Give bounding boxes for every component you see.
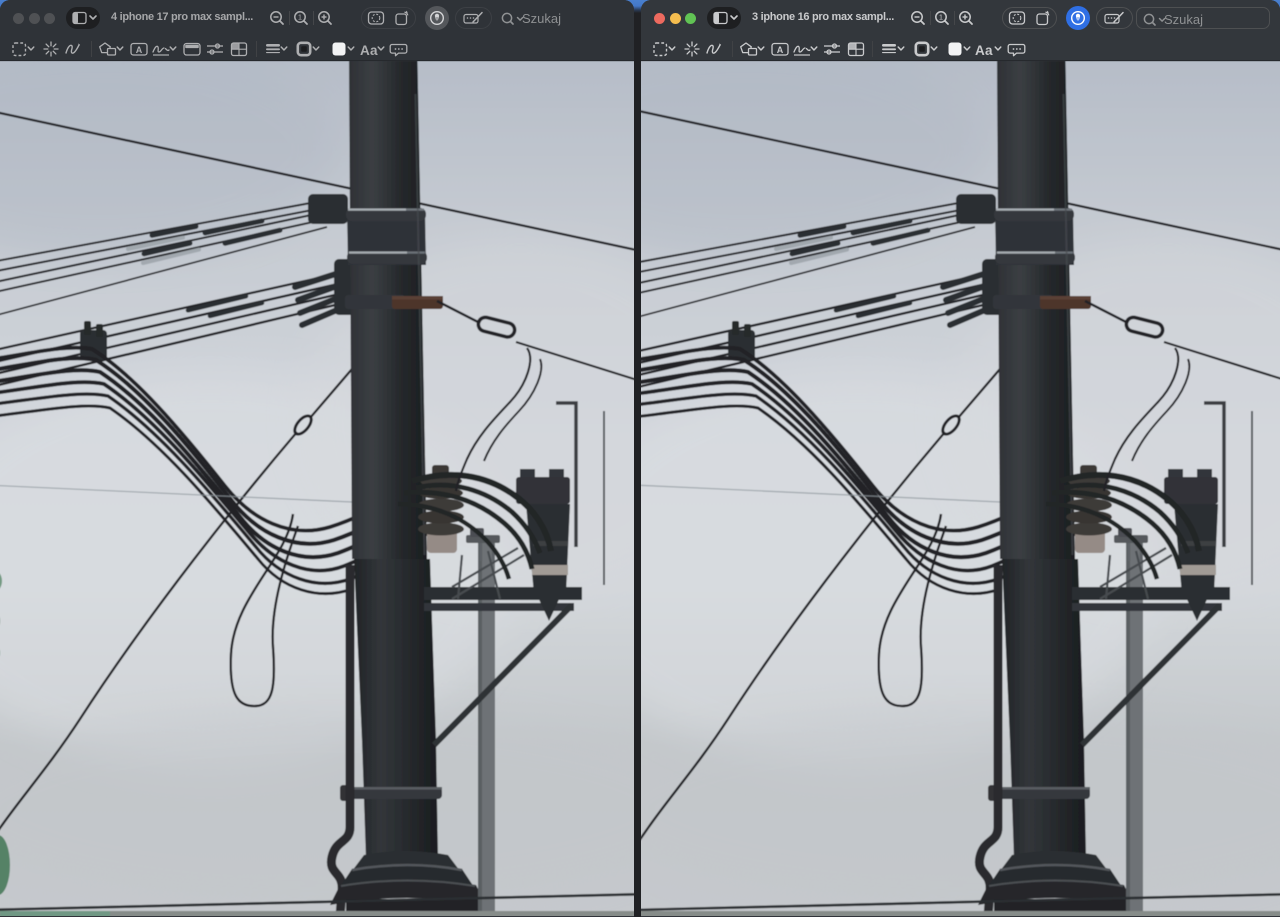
svg-text:A: A (136, 44, 143, 54)
svg-text:1: 1 (298, 13, 302, 22)
svg-text:A: A (777, 44, 784, 54)
svg-text:1: 1 (939, 13, 943, 22)
